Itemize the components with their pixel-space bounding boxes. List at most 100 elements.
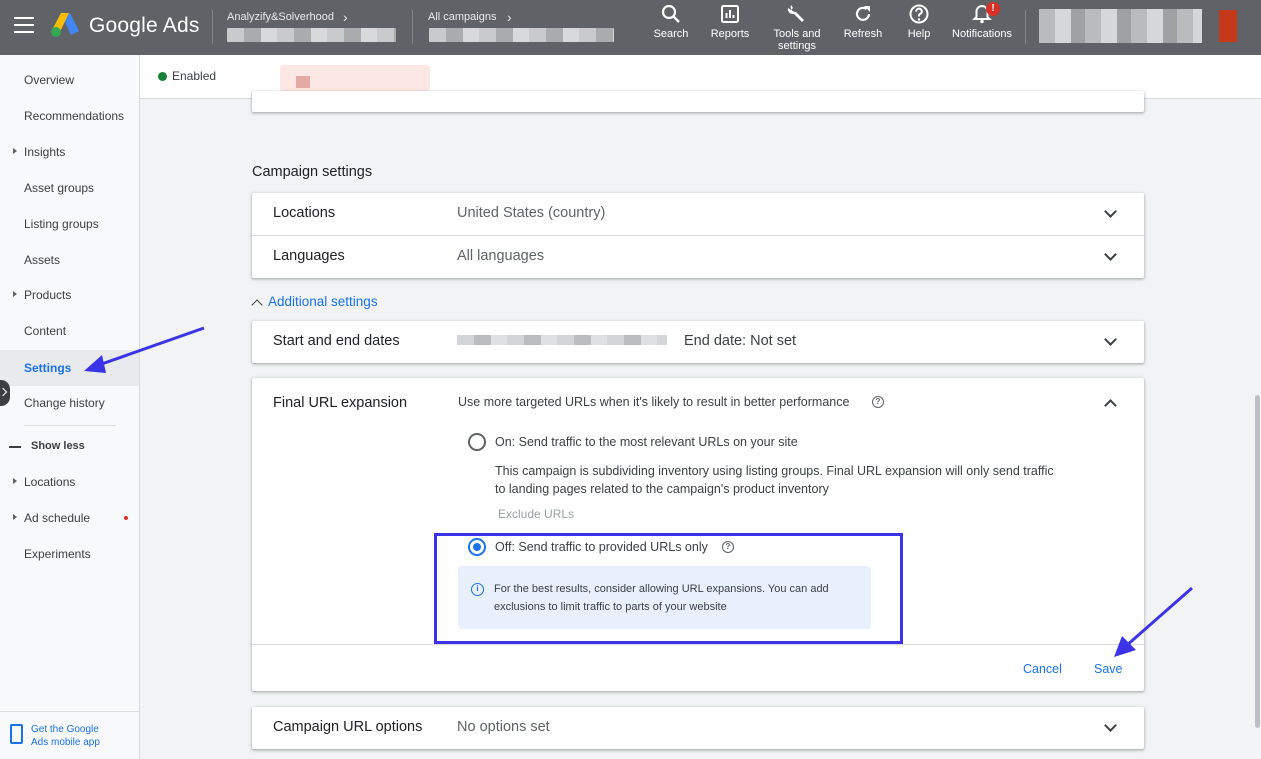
notification-badge: ! xyxy=(986,2,1000,16)
sidebar-item-recommendations[interactable]: Recommendations xyxy=(0,101,139,131)
sidebar-item-assets[interactable]: Assets xyxy=(0,245,139,275)
expand-triangle-icon xyxy=(13,514,17,520)
chevron-right-icon: › xyxy=(343,9,348,25)
mobile-app-link[interactable]: Get the Google Ads mobile app xyxy=(31,723,100,749)
chevron-up-icon[interactable] xyxy=(251,299,263,311)
avatar[interactable] xyxy=(1219,10,1237,42)
show-less-toggle[interactable]: Show less xyxy=(0,432,139,462)
sidebar-item-overview[interactable]: Overview xyxy=(0,65,139,95)
help-icon[interactable]: ? xyxy=(872,396,884,408)
main-content: Enabled Campaign settings Locations Unit… xyxy=(140,55,1261,759)
chevron-down-icon[interactable] xyxy=(1104,333,1117,346)
expand-triangle-icon xyxy=(13,291,17,297)
top-app-bar: Google Ads Analyzify&Solverhood › All ca… xyxy=(0,0,1261,55)
status-dot-icon xyxy=(158,72,167,81)
show-less-label: Show less xyxy=(31,440,85,452)
annotation-arrow-icon xyxy=(84,326,205,373)
notifications-tool[interactable]: Notifications xyxy=(948,3,1016,40)
brand-name: Google Ads xyxy=(89,14,200,37)
sidebar-item-label: Products xyxy=(24,288,72,302)
help-tool[interactable]: Help xyxy=(895,3,943,40)
locations-row[interactable]: Locations United States (country) xyxy=(252,193,1144,235)
row-title: Locations xyxy=(273,205,336,221)
mobile-app-line: Ads mobile app xyxy=(31,737,100,748)
campaign-breadcrumb[interactable]: All campaigns xyxy=(428,11,496,23)
row-title: Final URL expansion xyxy=(273,395,408,411)
search-tool[interactable]: Search xyxy=(647,3,695,40)
tool-label: Search xyxy=(653,28,689,40)
chevron-up-icon[interactable] xyxy=(1104,399,1117,412)
chevron-down-icon[interactable] xyxy=(1104,719,1117,732)
row-value: United States (country) xyxy=(457,205,606,221)
sidebar-item-label: Change history xyxy=(24,396,105,410)
redacted-account-info[interactable] xyxy=(1039,9,1202,43)
tool-label: Notifications xyxy=(952,28,1012,40)
campaign-url-options-row[interactable]: Campaign URL options No options set xyxy=(252,707,1144,749)
sidebar-item-label: Locations xyxy=(24,475,76,489)
option-on-label[interactable]: On: Send traffic to the most relevant UR… xyxy=(495,435,798,449)
exclude-urls-link[interactable]: Exclude URLs xyxy=(498,507,574,521)
refresh-icon xyxy=(855,6,871,21)
option-on-detail-line: This campaign is subdividing inventory u… xyxy=(495,464,1054,478)
languages-row[interactable]: Languages All languages xyxy=(252,236,1144,278)
row-title: Languages xyxy=(273,248,345,264)
save-button[interactable]: Save xyxy=(1094,662,1123,676)
mobile-app-promo[interactable]: Get the Google Ads mobile app xyxy=(0,711,139,759)
sidebar-item-label: Recommendations xyxy=(24,109,125,123)
reports-tool[interactable]: Reports xyxy=(706,3,754,40)
annotation-arrow-icon xyxy=(1114,586,1193,657)
additional-settings-toggle[interactable]: Additional settings xyxy=(268,294,378,309)
wrench-icon xyxy=(787,5,804,22)
phone-icon xyxy=(10,724,23,744)
chevron-right-icon: › xyxy=(507,9,512,25)
alert-dot-icon xyxy=(124,516,128,520)
sidebar-item-experiments[interactable]: Experiments xyxy=(0,539,139,569)
row-value: No options set xyxy=(457,719,550,735)
card-footer-divider xyxy=(252,644,1144,645)
row-title: Campaign URL options xyxy=(273,719,423,735)
sidebar-item-ad-schedule[interactable]: Ad schedule xyxy=(0,503,139,533)
row-value: All languages xyxy=(457,248,545,264)
reports-icon xyxy=(721,5,739,23)
sidebar-item-label: Assets xyxy=(24,253,61,267)
header-divider xyxy=(212,10,213,44)
sidebar-item-change-history[interactable]: Change history xyxy=(0,388,139,418)
left-navigation: Overview Recommendations Insights Asset … xyxy=(0,55,140,759)
option-on-detail: This campaign is subdividing inventory u… xyxy=(495,462,1095,498)
help-icon xyxy=(909,4,929,24)
account-breadcrumb[interactable]: Analyzify&Solverhood xyxy=(227,11,334,23)
refresh-tool[interactable]: Refresh xyxy=(839,3,887,40)
sidebar-item-asset-groups[interactable]: Asset groups xyxy=(0,173,139,203)
redacted-account-id xyxy=(227,28,396,42)
sidebar-item-products[interactable]: Products xyxy=(0,280,139,310)
start-end-dates-row[interactable]: Start and end dates End date: Not set xyxy=(252,321,1144,363)
chevron-down-icon[interactable] xyxy=(1104,205,1117,218)
expand-triangle-icon xyxy=(13,478,17,484)
tool-label: Tools and settings xyxy=(773,28,821,52)
sidebar-item-insights[interactable]: Insights xyxy=(0,137,139,167)
tools-and-settings-tool[interactable]: Tools and settings xyxy=(766,3,828,52)
header-divider xyxy=(1025,10,1026,44)
sidebar-item-label: Experiments xyxy=(24,547,91,561)
chevron-down-icon[interactable] xyxy=(1104,248,1117,261)
cancel-button[interactable]: Cancel xyxy=(1023,662,1062,676)
final-url-on-radio[interactable] xyxy=(468,433,486,451)
sidebar-item-label: Insights xyxy=(24,145,66,159)
search-icon xyxy=(661,4,680,23)
menu-icon[interactable] xyxy=(14,17,34,33)
final-url-description: Use more targeted URLs when it's likely … xyxy=(458,395,850,409)
option-on-detail-line: to landing pages related to the campaign… xyxy=(495,482,829,496)
tool-label: Refresh xyxy=(843,28,883,40)
sidebar-item-locations[interactable]: Locations xyxy=(0,467,139,497)
redacted-start-date xyxy=(457,335,667,345)
google-ads-logo-icon xyxy=(51,13,79,37)
status-badge[interactable]: Enabled xyxy=(172,69,216,83)
mobile-app-line: Get the Google xyxy=(31,724,99,735)
previous-card xyxy=(252,91,1144,112)
tool-label: Reports xyxy=(710,28,750,40)
sidebar-item-listing-groups[interactable]: Listing groups xyxy=(0,209,139,239)
scrollbar[interactable] xyxy=(1255,395,1260,728)
sidebar-item-label: Listing groups xyxy=(24,217,99,231)
end-date-value: End date: Not set xyxy=(684,333,797,349)
sidebar-item-label: Content xyxy=(24,324,67,338)
